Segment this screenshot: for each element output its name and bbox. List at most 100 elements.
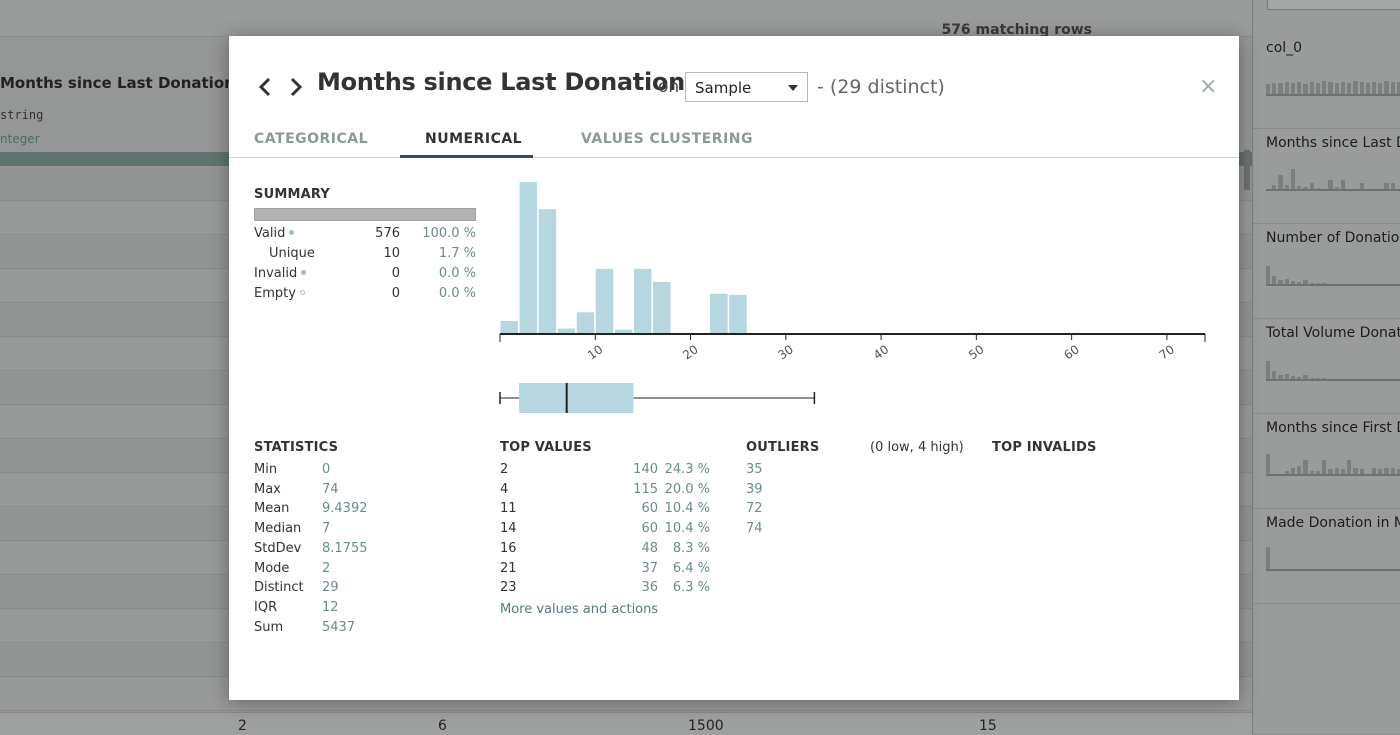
close-icon[interactable]: × xyxy=(1199,76,1217,98)
top-value-row[interactable]: 4 115 20.0 % xyxy=(500,482,710,500)
legend-dot-icon xyxy=(299,290,305,295)
analysis-tabs: CATEGORICAL NUMERICAL VALUES CLUSTERING xyxy=(229,126,1239,158)
sparkline-bar xyxy=(1278,83,1283,94)
statistic-label: Distinct xyxy=(254,580,304,596)
summary-count: 576 xyxy=(375,226,400,241)
table-cell: 1500 xyxy=(688,718,724,734)
sparkline-bar xyxy=(1334,83,1339,94)
sidebar-column-label: Made Donation in M xyxy=(1266,515,1400,531)
sparkline-bar xyxy=(1359,82,1364,94)
top-value-row[interactable]: 16 48 8.3 % xyxy=(500,541,710,559)
sparkline-bar xyxy=(1384,183,1389,189)
statistic-value: 74 xyxy=(322,481,339,497)
table-scrollbar[interactable] xyxy=(1244,150,1250,190)
outliers-info: (0 low, 4 high) xyxy=(870,440,964,455)
sidebar-column-card[interactable]: Made Donation in M xyxy=(1253,509,1400,604)
statistic-row: Mode 2 xyxy=(254,561,454,576)
summary-percent: 100.0 % xyxy=(422,226,476,241)
previous-column-button[interactable] xyxy=(256,76,276,98)
summary-label: Invalid xyxy=(254,266,307,281)
top-value-row[interactable]: 14 60 10.4 % xyxy=(500,521,710,539)
caret-down-icon xyxy=(788,85,798,91)
x-tick-label: 20 xyxy=(680,342,701,362)
sidebar-column-card[interactable]: Months since First D xyxy=(1253,414,1400,509)
top-value-row[interactable]: 21 37 6.4 % xyxy=(500,561,710,579)
statistic-row: Min 0 xyxy=(254,462,454,477)
x-tick-label: 10 xyxy=(585,342,606,362)
statistic-row: Distinct 29 xyxy=(254,580,454,595)
sparkline-bar xyxy=(1315,283,1321,284)
sample-select[interactable]: Sample xyxy=(685,72,808,102)
top-value-row[interactable]: 2 140 24.3 % xyxy=(500,462,710,480)
sparkline-bar xyxy=(1328,82,1333,94)
outlier-value[interactable]: 74 xyxy=(746,521,763,536)
legend-dot-icon xyxy=(289,230,295,235)
more-values-link[interactable]: More values and actions xyxy=(500,602,658,617)
tab-values-clustering[interactable]: VALUES CLUSTERING xyxy=(581,131,753,147)
sparkline-bar xyxy=(1290,281,1296,284)
sparkline-bar xyxy=(1315,188,1321,189)
table-cell: 15 xyxy=(979,718,997,734)
top-value-label: 23 xyxy=(500,580,517,596)
top-invalids-title: TOP INVALIDS xyxy=(992,440,1097,455)
sidebar-sparkline xyxy=(1266,159,1400,191)
sidebar-column-card[interactable]: Months since Last D xyxy=(1253,129,1400,224)
validity-bar xyxy=(254,208,476,221)
histogram-bar xyxy=(710,293,728,334)
sidebar-sparkline xyxy=(1266,254,1400,286)
sparkline-bar xyxy=(1315,378,1321,379)
sparkline-bar xyxy=(1272,276,1277,284)
outlier-value[interactable]: 35 xyxy=(746,462,763,477)
sparkline-bar xyxy=(1353,81,1358,94)
statistics-title: STATISTICS xyxy=(254,440,339,455)
top-value-row[interactable]: 11 60 10.4 % xyxy=(500,501,710,519)
sidebar-column-card[interactable]: Number of Donation xyxy=(1253,224,1400,319)
sparkline-bar xyxy=(1334,468,1339,474)
statistic-row: StdDev 8.1755 xyxy=(254,541,454,556)
top-value-count: 37 xyxy=(641,560,658,576)
histogram-bar xyxy=(538,209,557,334)
statistic-value: 2 xyxy=(322,560,331,576)
top-value-row[interactable]: 23 36 6.3 % xyxy=(500,580,710,598)
next-column-button[interactable] xyxy=(286,76,306,98)
outlier-value[interactable]: 72 xyxy=(746,501,763,516)
tab-categorical[interactable]: CATEGORICAL xyxy=(254,131,368,147)
sidebar-column-label: Number of Donation xyxy=(1266,230,1400,246)
outlier-value[interactable]: 39 xyxy=(746,482,763,497)
statistic-label: Mean xyxy=(254,501,290,517)
tab-numerical[interactable]: NUMERICAL xyxy=(425,131,522,147)
sparkline-bar xyxy=(1278,175,1283,189)
column-header[interactable]: Months since Last Donation xyxy=(0,74,235,92)
sparkline-bar xyxy=(1303,280,1308,284)
statistic-value: 5437 xyxy=(322,619,356,635)
histogram-bar xyxy=(500,320,519,334)
sparkline-bar xyxy=(1290,83,1296,94)
sidebar-column-card[interactable]: Total Volume Donate xyxy=(1253,319,1400,414)
sparkline-bar xyxy=(1297,82,1302,94)
chevron-right-icon xyxy=(290,77,303,97)
sidebar-column-label: col_0 xyxy=(1266,40,1303,56)
summary-label: Unique xyxy=(269,246,315,261)
sparkline-bar xyxy=(1322,283,1327,284)
summary-count: 0 xyxy=(391,286,400,301)
sidebar-search-box[interactable] xyxy=(1267,0,1400,10)
sparkline-bar xyxy=(1322,460,1327,474)
sparkline-bar xyxy=(1328,180,1333,189)
column-analysis-dialog: Months since Last Donation on Sample - (… xyxy=(229,36,1239,700)
statistic-value: 8.1755 xyxy=(322,540,368,556)
sparkline-bar xyxy=(1297,377,1302,379)
column-meaning-type[interactable]: nteger xyxy=(0,132,40,146)
active-tab-indicator xyxy=(400,155,533,158)
sparkline-bar xyxy=(1272,185,1277,189)
summary-row: Invalid 0 0.0 % xyxy=(254,266,476,284)
histogram-bar xyxy=(633,268,652,334)
top-value-label: 4 xyxy=(500,481,509,497)
statistic-label: Median xyxy=(254,521,302,537)
sparkline-bar xyxy=(1297,466,1302,474)
distinct-count: - (29 distinct) xyxy=(817,76,945,98)
sidebar-column-card[interactable]: col_0 xyxy=(1253,34,1400,129)
sparkline-bar xyxy=(1315,83,1321,94)
top-value-count: 60 xyxy=(641,501,658,517)
sparkline-bar xyxy=(1272,83,1277,94)
top-value-percent: 24.3 % xyxy=(664,462,710,477)
